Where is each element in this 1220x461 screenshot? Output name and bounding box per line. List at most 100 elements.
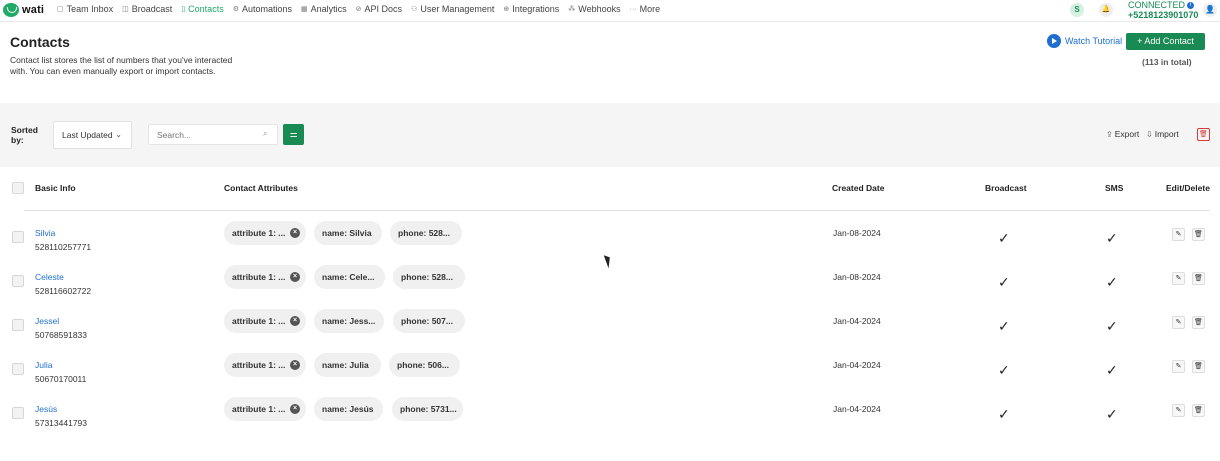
column-broadcast: Broadcast [985,183,1027,193]
attribute-chip[interactable]: phone: 506... [389,353,460,377]
remove-attribute-icon[interactable]: × [290,272,300,282]
import-label: Import [1154,129,1179,139]
column-basic-info: Basic Info [35,183,76,193]
nav-item-integrations[interactable]: ⊕ Integrations [503,4,559,14]
attribute-chip[interactable]: phone: 507... [393,309,465,333]
table-row: Jesús 57313441793 attribute 1: ... × name… [0,394,1220,438]
attribute-chip-label: name: Julia [322,360,369,370]
integrations-icon: ⊕ [503,6,510,13]
edit-button[interactable]: ✎ [1172,360,1185,373]
sort-dropdown-value: Last Updated [62,130,113,140]
logo-text: wati [22,4,45,16]
attribute-chip[interactable]: attribute 1: ... × [224,397,306,421]
attribute-chip[interactable]: name: Jesús [314,397,383,421]
edit-button[interactable]: ✎ [1172,228,1185,241]
table-row: Julia 50670170011 attribute 1: ... × name… [0,350,1220,394]
nav-item-analytics[interactable]: ▦ Analytics [301,4,347,14]
contact-number: 57313441793 [35,418,88,428]
search-input[interactable] [148,124,278,145]
export-button[interactable]: ⇪ Export [1106,129,1139,139]
attribute-chip[interactable]: attribute 1: ... × [224,265,306,289]
inbox-icon: ▢ [57,6,64,13]
trash-icon: 🗑 [1194,363,1203,370]
attribute-chip[interactable]: name: Silvia [314,221,382,245]
attribute-chip[interactable]: phone: 5731... [392,397,463,421]
contact-number: 50768591833 [35,330,88,340]
contact-name[interactable]: Celeste [35,272,64,282]
import-button[interactable]: ⇩ Import [1146,129,1179,139]
contact-name[interactable]: Julia [35,360,52,370]
filter-button[interactable]: ⚌ [283,124,304,145]
export-label: Export [1114,129,1140,139]
nav-item-label: Team Inbox [66,4,114,14]
contacts-icon: ▯ [181,6,186,13]
nav-item-broadcast[interactable]: ◫ Broadcast [122,4,172,14]
attribute-chip[interactable]: attribute 1: ... × [224,353,306,377]
nav-item-automations[interactable]: ⚙ Automations [233,4,292,14]
column-sms: SMS [1105,183,1124,193]
table-row: Celeste 528116602722 attribute 1: ... × n… [0,262,1220,306]
broadcast-check-icon: ✓ [998,318,1010,334]
attribute-chip[interactable]: phone: 528... [390,221,462,245]
trash-icon: 🗑 [1194,275,1203,282]
sort-dropdown[interactable]: Last Updated ⌄ [53,121,132,149]
sms-check-icon: ✓ [1106,230,1118,246]
attribute-chip[interactable]: attribute 1: ... × [224,221,306,245]
attribute-chip-label: name: Cele... [322,272,375,282]
user-profile-icon[interactable]: 👤 [1203,3,1217,17]
attribute-chip[interactable]: name: Julia [314,353,381,377]
nav-item-contacts[interactable]: ▯ Contacts [181,4,223,14]
created-date: Jan-08-2024 [833,272,881,282]
row-checkbox[interactable] [12,275,24,287]
broadcast-check-icon: ✓ [998,274,1010,290]
attribute-chip[interactable]: name: Jess... [314,309,384,333]
nav-item-label: Analytics [310,4,347,14]
delete-selected-button[interactable]: 🗑 [1197,128,1210,141]
export-icon: ⇪ [1106,130,1113,139]
select-all-checkbox[interactable] [12,182,24,194]
nav-item-more[interactable]: ··· More [630,4,661,14]
nav-item-webhooks[interactable]: ⁂ Webhooks [568,4,620,14]
remove-attribute-icon[interactable]: × [290,316,300,326]
notification-bell-icon[interactable]: 🔔 [1099,3,1113,17]
delete-button[interactable]: 🗑 [1192,228,1205,241]
row-checkbox[interactable] [12,231,24,243]
trash-icon: 🗑 [1194,407,1203,414]
info-icon[interactable]: i [1187,2,1195,10]
row-checkbox[interactable] [12,319,24,331]
nav-item-label: More [639,4,661,14]
contact-name[interactable]: Jessel [35,316,59,326]
edit-button[interactable]: ✎ [1172,404,1185,417]
nav-item-team-inbox[interactable]: ▢ Team Inbox [57,4,113,14]
remove-attribute-icon[interactable]: × [290,228,300,238]
created-date: Jan-04-2024 [833,360,881,370]
edit-button[interactable]: ✎ [1172,316,1185,329]
watch-tutorial-button[interactable]: Watch Tutorial [1047,34,1122,48]
remove-attribute-icon[interactable]: × [290,404,300,414]
nav-item-user-management[interactable]: ⚇ User Management [411,4,494,14]
row-checkbox[interactable] [12,407,24,419]
row-checkbox[interactable] [12,363,24,375]
remove-attribute-icon[interactable]: × [290,360,300,370]
delete-button[interactable]: 🗑 [1192,360,1205,373]
wati-logo[interactable]: wati [3,3,44,17]
nav-item-label: Contacts [188,4,224,14]
attribute-chip[interactable]: name: Cele... [314,265,385,289]
attribute-chip[interactable]: attribute 1: ... × [224,309,306,333]
edit-button[interactable]: ✎ [1172,272,1185,285]
nav-item-label: Webhooks [578,4,621,14]
attribute-chip[interactable]: phone: 528... [393,265,465,289]
connection-status: CONNECTED i +5218123901070 [1128,0,1198,20]
created-date: Jan-04-2024 [833,404,881,414]
account-avatar[interactable]: S [1070,3,1084,17]
delete-button[interactable]: 🗑 [1192,316,1205,329]
play-icon [1047,34,1061,48]
add-contact-button[interactable]: + Add Contact [1126,33,1205,50]
delete-button[interactable]: 🗑 [1192,272,1205,285]
nav-item-api-docs[interactable]: ⊘ API Docs [356,4,402,14]
attribute-chip-label: attribute 1: ... [232,316,286,326]
contact-name[interactable]: Silvia [35,228,55,238]
contact-name[interactable]: Jesús [35,404,57,414]
delete-button[interactable]: 🗑 [1192,404,1205,417]
pencil-icon: ✎ [1175,275,1182,282]
